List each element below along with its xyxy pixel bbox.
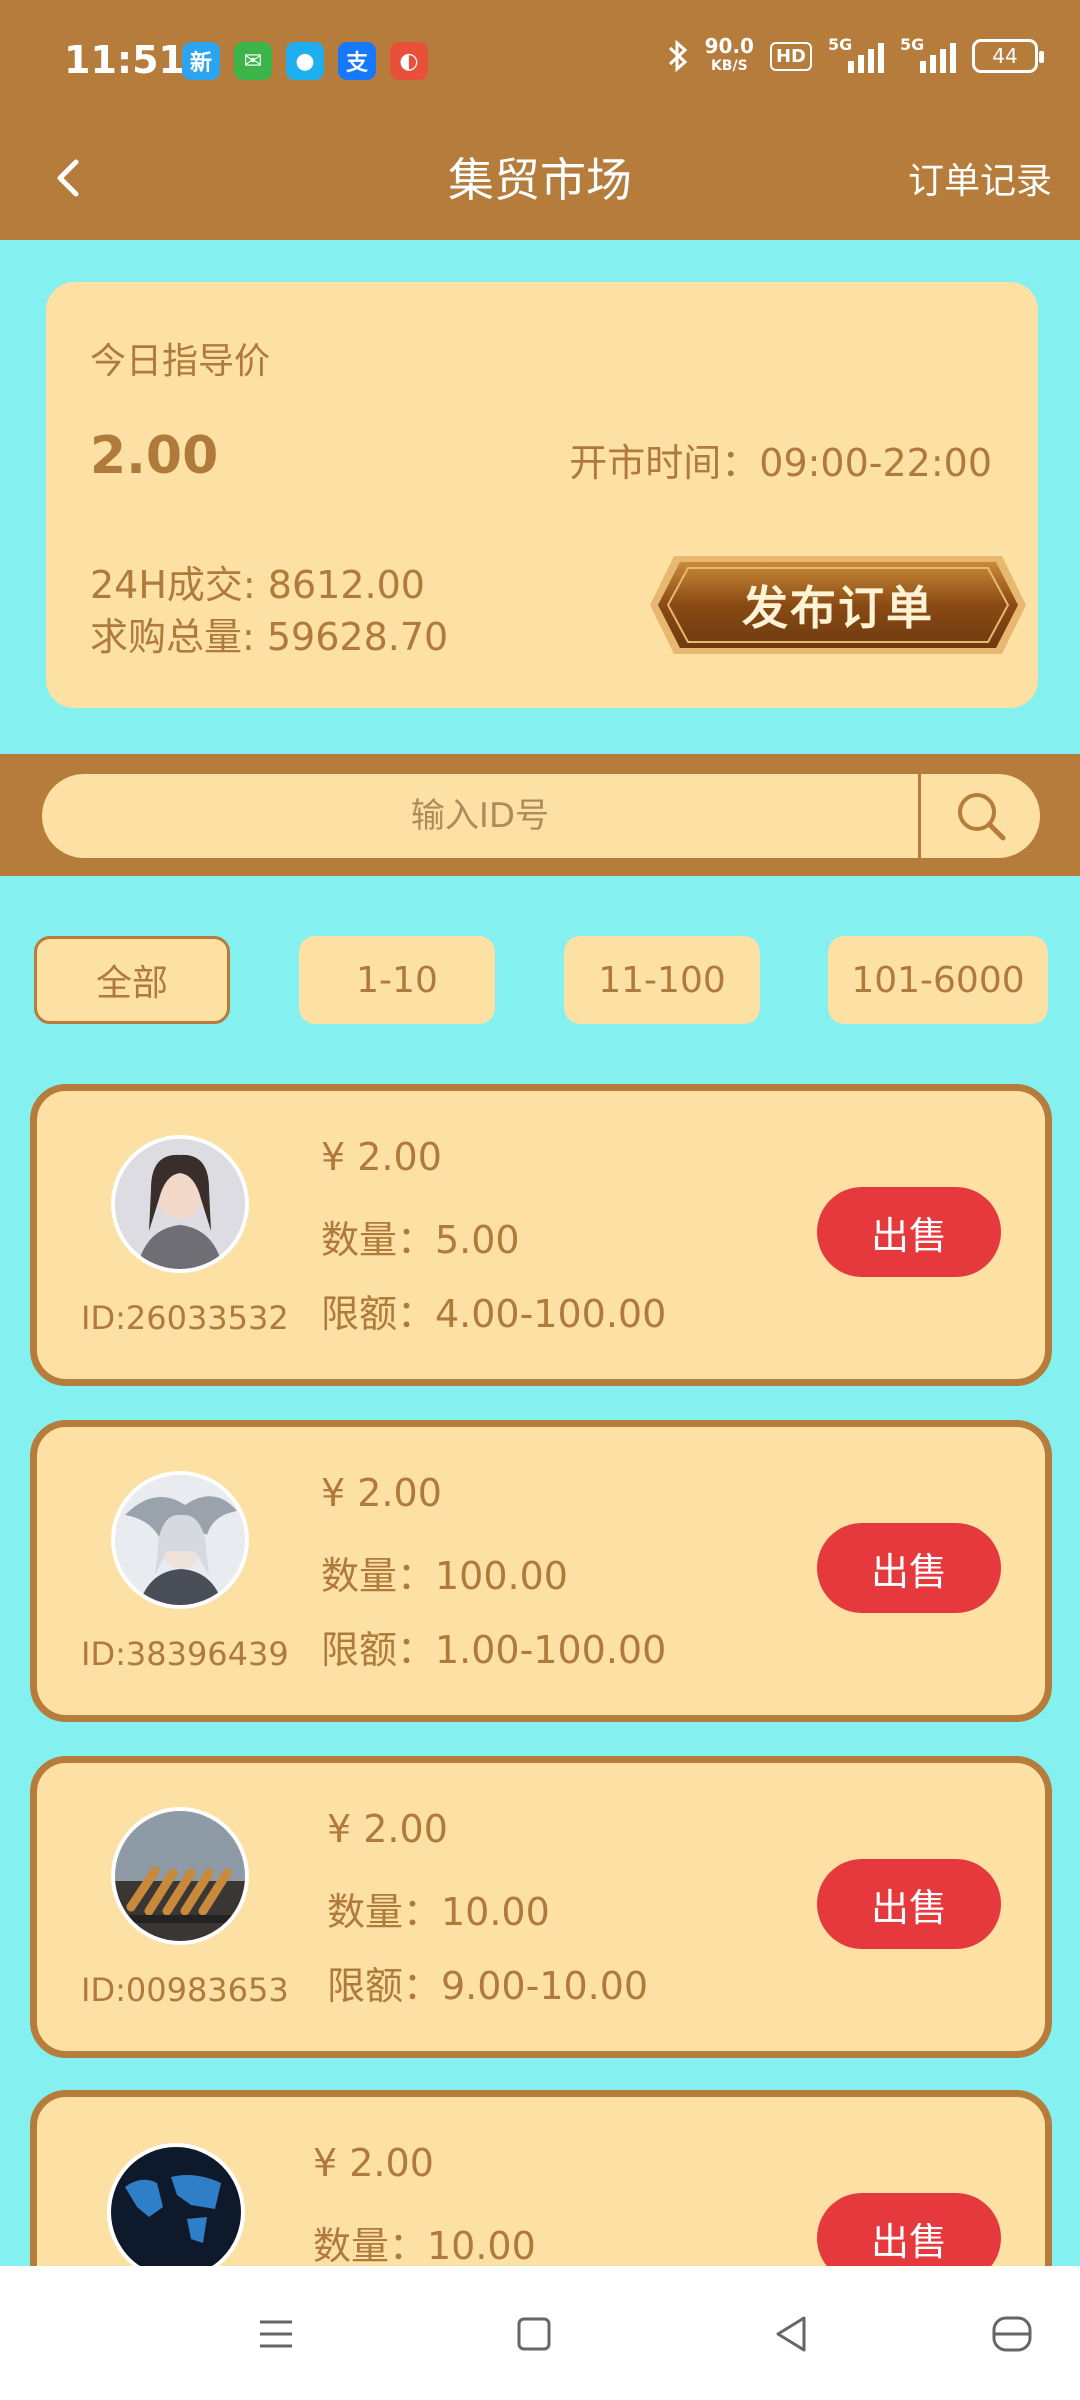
network-speed-unit: KB/S [710, 58, 748, 74]
system-nav-bar [0, 2266, 1080, 2400]
home-square-icon [517, 2317, 551, 2351]
user-id: ID:38396439 [81, 1635, 289, 1673]
order-records-link[interactable]: 订单记录 [908, 152, 1052, 204]
filter-tab-1-10[interactable]: 1-10 [299, 936, 495, 1024]
search-divider [918, 774, 921, 858]
network-speed-value: 90.0 [704, 34, 754, 58]
browser-icon: ◐ [390, 42, 428, 80]
assistant-icon [992, 2316, 1032, 2352]
offer-card: ID:38396439 ¥ 2.00 数量：100.00 限额：1.00-100… [30, 1420, 1052, 1722]
sell-button[interactable]: 出售 [817, 1187, 1001, 1277]
offer-price: ¥ 2.00 [327, 1807, 448, 1851]
assistant-nav-button[interactable] [982, 2304, 1042, 2364]
avatar [111, 1471, 249, 1609]
search-button[interactable] [922, 774, 1040, 858]
triangle-back-icon [776, 2316, 806, 2352]
app-header: 集贸市场 订单记录 [0, 120, 1080, 240]
offer-quantity: 数量：5.00 [321, 1218, 520, 1262]
offer-price: ¥ 2.00 [313, 2141, 434, 2185]
search-field [42, 774, 1040, 858]
sell-button[interactable]: 出售 [817, 1859, 1001, 1949]
offer-quantity: 数量：10.00 [313, 2224, 536, 2268]
offer-limit: 限额：1.00-100.00 [321, 1628, 667, 1672]
market-open-time: 开市时间：09:00-22:00 [569, 441, 992, 485]
market-info-card: 今日指导价 2.00 开市时间：09:00-22:00 24H成交: 8612.… [46, 282, 1038, 708]
avatar [111, 1807, 249, 1945]
filter-tab-101-6000[interactable]: 101-6000 [828, 936, 1048, 1024]
search-bar [0, 754, 1080, 876]
sell-button[interactable]: 出售 [817, 1523, 1001, 1613]
alipay-icon: 支 [338, 42, 376, 80]
offer-quantity: 数量：100.00 [321, 1554, 568, 1598]
signal-2-icon: 5G [900, 35, 956, 73]
offer-limit: 限额：4.00-100.00 [321, 1292, 667, 1336]
weibo-icon: 新 [182, 42, 220, 80]
network-speed: 90.0 KB/S [705, 36, 754, 76]
offer-card: ID:00983653 ¥ 2.00 数量：10.00 限额：9.00-10.0… [30, 1756, 1052, 2058]
offer-price: ¥ 2.00 [321, 1135, 442, 1179]
signal-1-icon: 5G [828, 35, 884, 73]
hd-badge: HD [769, 41, 812, 71]
filter-tab-all[interactable]: 全部 [34, 936, 230, 1024]
offer-price: ¥ 2.00 [321, 1471, 442, 1515]
avatar [107, 2143, 245, 2281]
volume-24h: 24H成交: 8612.00 [90, 563, 425, 607]
status-bar: 11:51 新 ✉ ● 支 ◐ 90.0 KB/S HD 5G 5G 44 [0, 0, 1080, 120]
user-id: ID:00983653 [81, 1971, 289, 2009]
avatar [111, 1135, 249, 1273]
guide-price-label: 今日指导价 [90, 341, 271, 382]
status-app-icons: 新 ✉ ● 支 ◐ [182, 42, 428, 80]
offer-limit: 限额：9.00-10.00 [327, 1964, 649, 2008]
publish-order-label: 发布订单 [742, 581, 934, 635]
publish-order-button[interactable]: 发布订单 [644, 550, 1032, 660]
back-nav-button[interactable] [762, 2304, 822, 2364]
home-nav-button[interactable] [504, 2304, 564, 2364]
bluetooth-icon [668, 39, 687, 73]
guide-price-value: 2.00 [90, 426, 219, 486]
menu-nav-button[interactable] [246, 2304, 306, 2364]
user-id: ID:26033532 [81, 1299, 289, 1337]
id-search-input[interactable] [42, 774, 918, 858]
offer-quantity: 数量：10.00 [327, 1890, 550, 1934]
offer-card: ID:26033532 ¥ 2.00 数量：5.00 限额：4.00-100.0… [30, 1084, 1052, 1386]
range-filter-tabs: 全部 1-10 11-100 101-6000 [34, 936, 1054, 1026]
filter-tab-11-100[interactable]: 11-100 [564, 936, 760, 1024]
status-indicators: 90.0 KB/S HD 5G 5G 44 [667, 35, 1044, 76]
wechat-icon: ✉ [234, 42, 272, 80]
search-icon [958, 793, 1006, 841]
menu-icon [260, 2320, 292, 2348]
battery-icon: 44 [972, 39, 1044, 73]
status-time: 11:51 [64, 38, 185, 82]
buy-total: 求购总量: 59628.70 [90, 615, 449, 659]
qq-icon: ● [286, 42, 324, 80]
